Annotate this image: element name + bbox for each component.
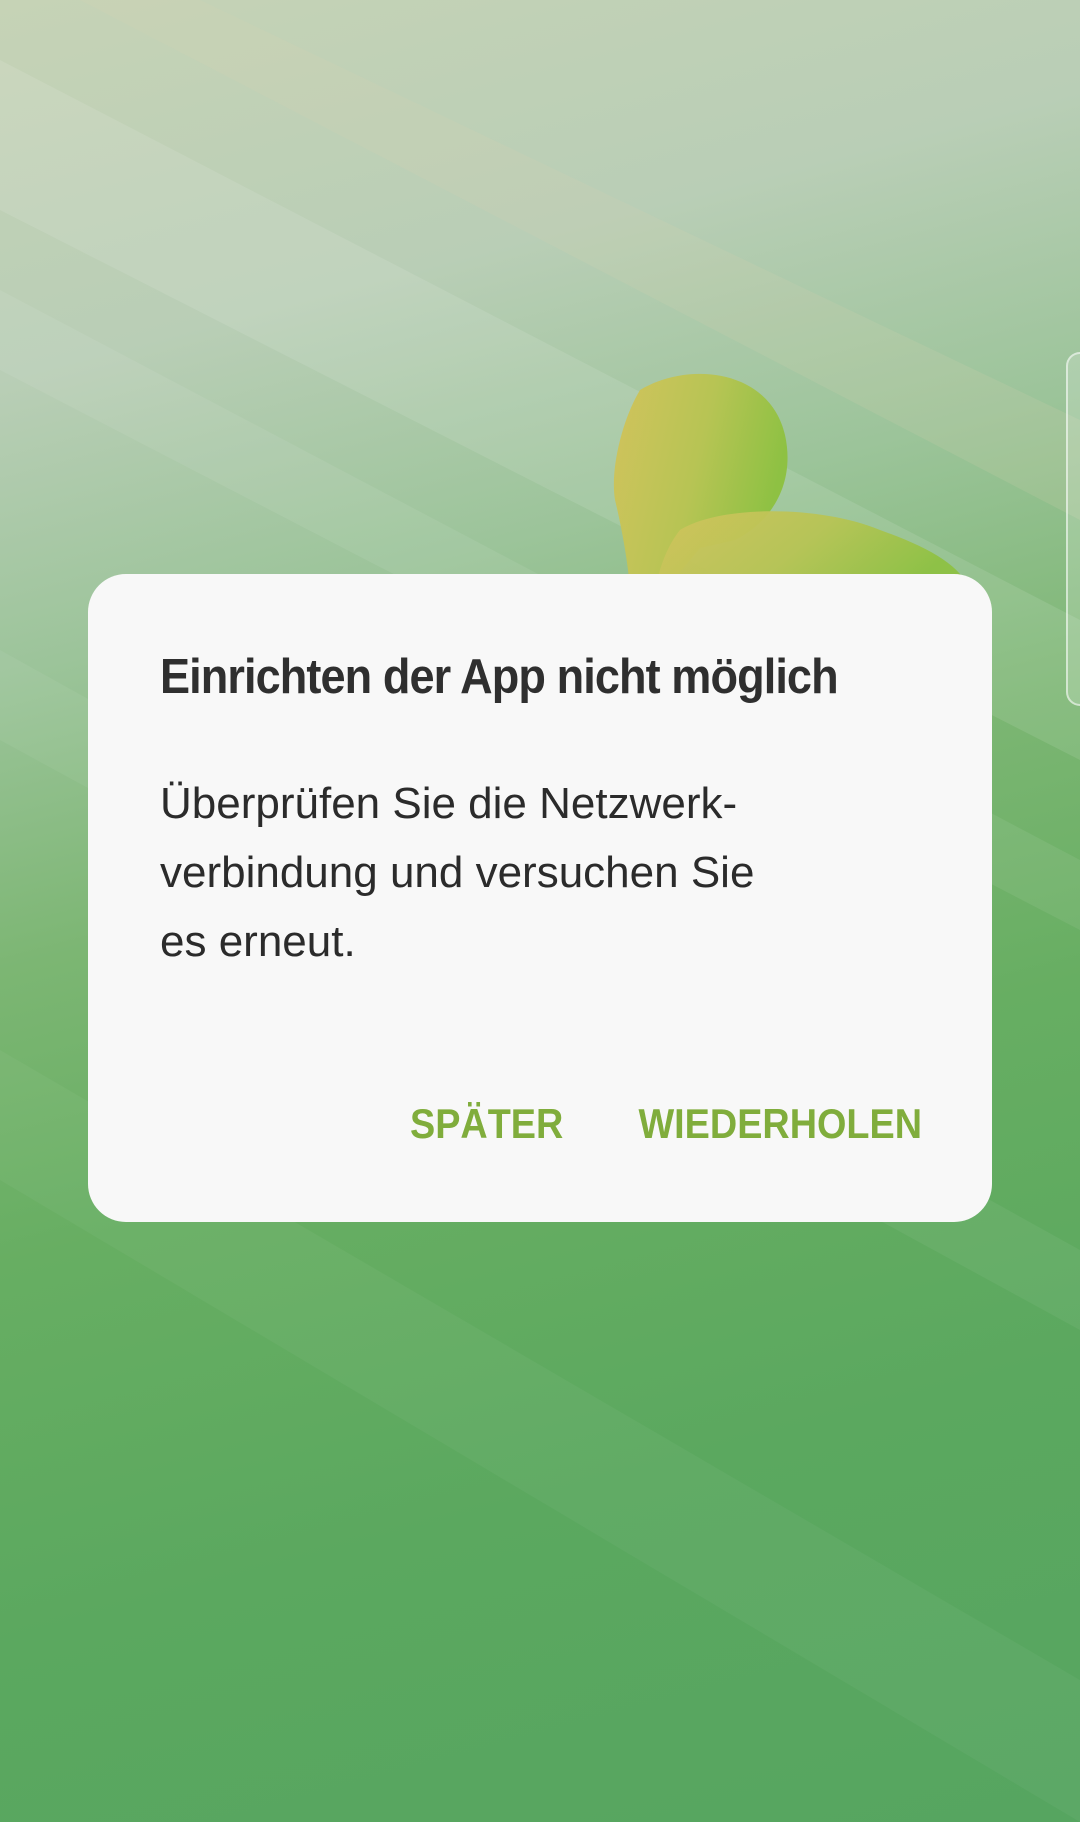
retry-button[interactable]: WIEDERHOLEN [639, 1094, 923, 1154]
edge-panel-handle[interactable] [1066, 352, 1080, 706]
dialog-title: Einrichten der App nicht möglich [160, 650, 839, 704]
dialog-message-line: es erneut. [160, 916, 356, 966]
screen: Einrichten der App nicht möglich Überprü… [0, 0, 1080, 1822]
dialog-message: Überprüfen Sie die Netzwerk- verbindung … [160, 769, 820, 976]
dialog-actions: SPÄTER WIEDERHOLEN [88, 1094, 992, 1154]
error-dialog: Einrichten der App nicht möglich Überprü… [88, 574, 992, 1222]
dialog-message-line: Überprüfen Sie die Netzwerk- [160, 778, 738, 828]
later-button[interactable]: SPÄTER [410, 1094, 563, 1154]
dialog-message-line: verbindung und versuchen Sie [160, 847, 755, 897]
